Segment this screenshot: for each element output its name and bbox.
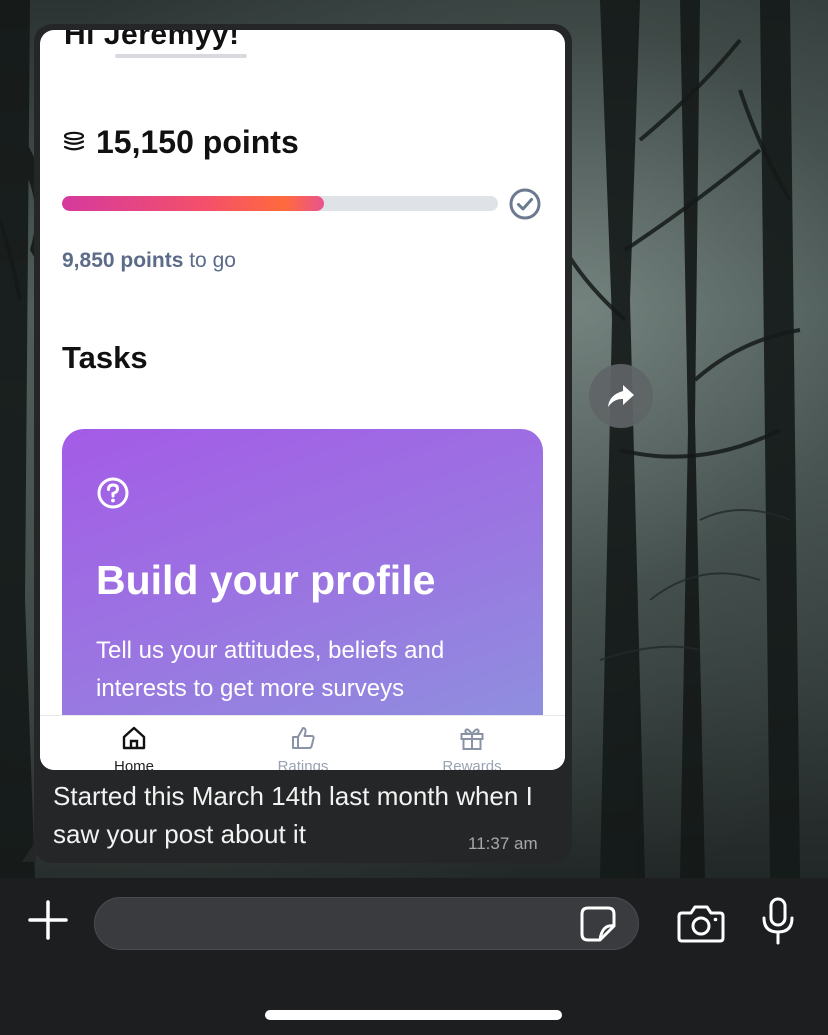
tab-ratings[interactable]: Ratings	[243, 724, 363, 770]
message-input[interactable]	[94, 897, 639, 950]
points-to-go-suffix: to go	[183, 249, 236, 272]
task-card-title: Build your profile	[96, 557, 436, 603]
tab-home[interactable]: Home	[74, 724, 194, 770]
tasks-heading: Tasks	[62, 340, 148, 375]
points-to-go: 9,850 points to go	[62, 249, 236, 273]
home-icon	[122, 726, 146, 750]
greeting-underline	[115, 54, 247, 58]
check-circle-icon	[509, 188, 541, 220]
forward-icon	[608, 385, 634, 407]
bubble-tail	[22, 840, 36, 862]
message-timestamp: 11:37 am	[468, 834, 538, 853]
points-total: 15,150 points	[96, 124, 299, 160]
thumbs-up-icon	[292, 727, 315, 749]
points-progress-bar	[62, 196, 498, 211]
forward-button[interactable]	[589, 364, 653, 428]
tab-rewards[interactable]: Rewards	[412, 724, 532, 770]
bottom-tab-bar: Home Ratings Rewards	[40, 715, 565, 770]
points-progress-fill	[62, 196, 324, 211]
tab-ratings-label: Ratings	[277, 758, 329, 770]
greeting-text: Hi Jeremyy!	[64, 30, 240, 51]
shared-screenshot-image[interactable]: Hi Jeremyy! 15,150 points 9,850 points t…	[40, 30, 565, 770]
tab-home-label: Home	[113, 758, 154, 770]
coins-icon	[63, 131, 85, 150]
gift-icon	[460, 728, 484, 750]
mic-icon[interactable]	[760, 896, 796, 946]
plus-icon[interactable]	[26, 898, 70, 942]
camera-icon[interactable]	[676, 901, 726, 945]
points-row: 15,150 points	[62, 124, 299, 161]
home-indicator	[265, 1010, 562, 1020]
question-icon	[97, 477, 129, 509]
sticker-icon[interactable]	[578, 904, 618, 944]
task-card-description: Tell us your attitudes, beliefs and inte…	[96, 637, 445, 702]
points-to-go-value: 9,850 points	[62, 249, 184, 272]
tab-rewards-label: Rewards	[442, 758, 502, 770]
